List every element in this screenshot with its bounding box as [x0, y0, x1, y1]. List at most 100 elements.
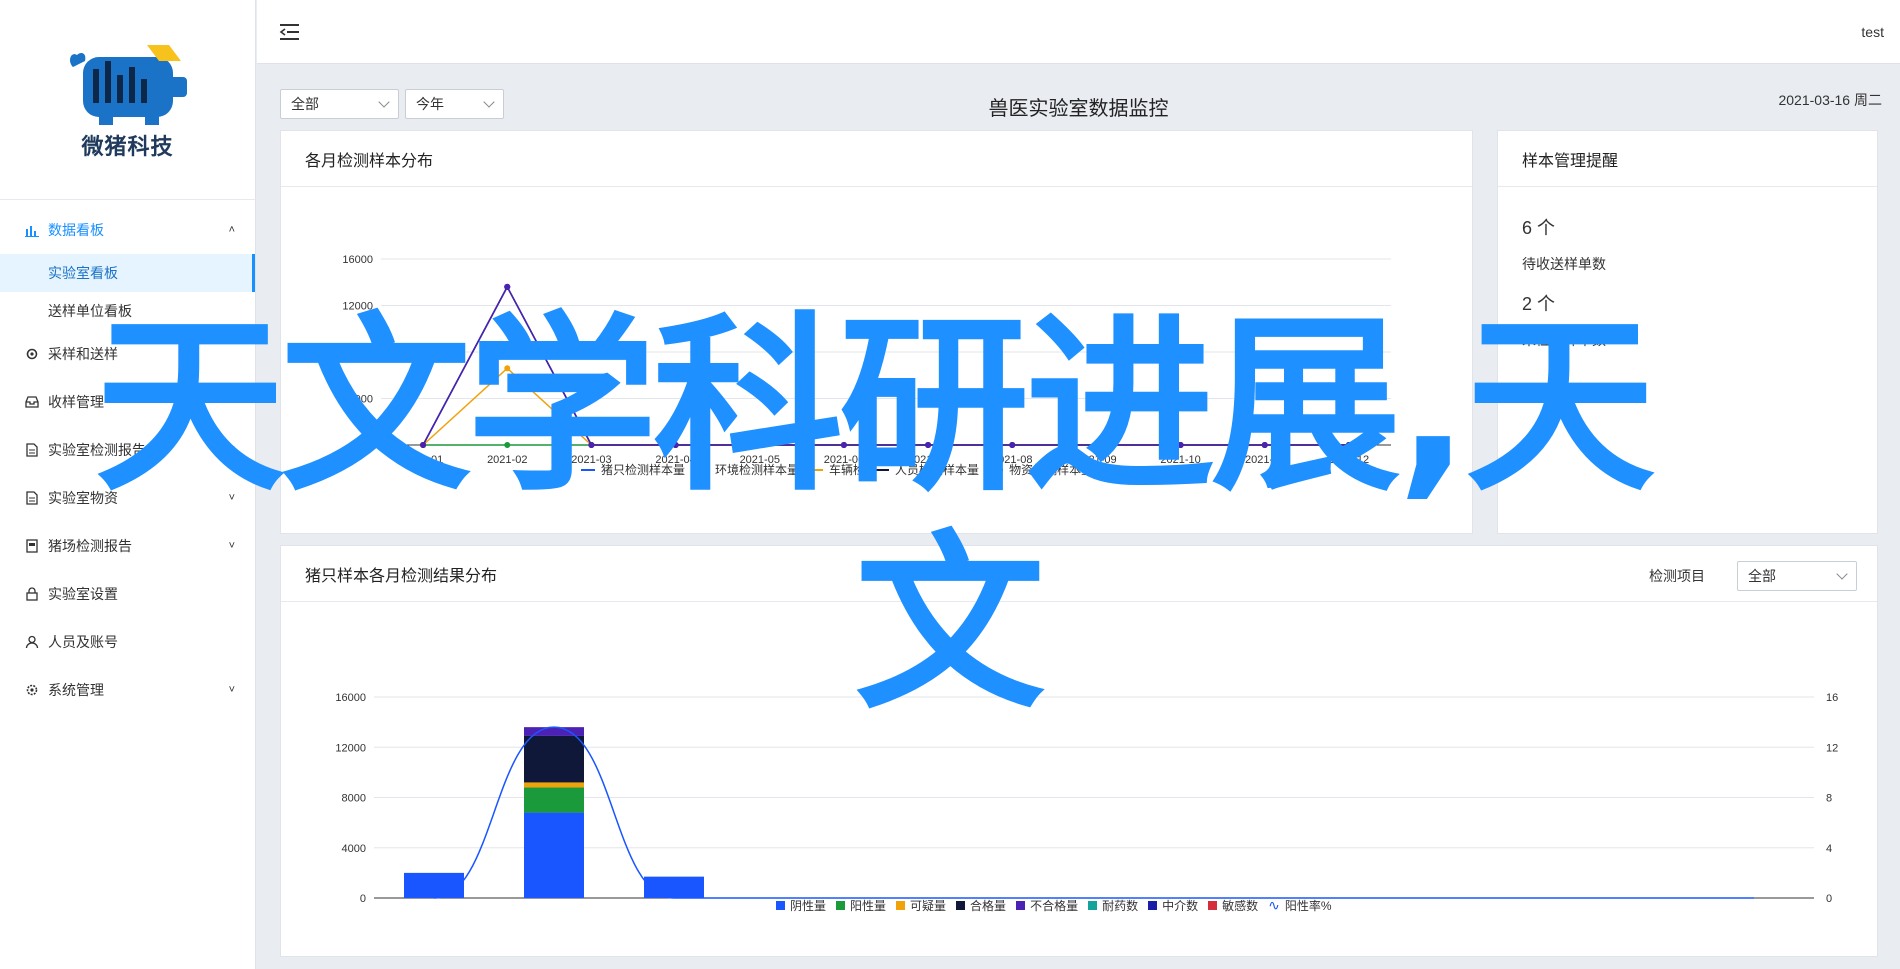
brand-logo[interactable]: 微猪科技 — [0, 0, 255, 200]
y-tick-label: 12000 — [335, 742, 366, 754]
pending-receive-count[interactable]: 6 个 — [1522, 214, 1555, 240]
data-point — [1345, 442, 1352, 448]
data-point — [1177, 442, 1184, 448]
result-distribution-panel: 猪只样本各月检测结果分布 检测项目 全部 0 4000 8000 12000 16000… — [280, 545, 1878, 957]
bar-chart-icon — [22, 223, 42, 237]
sidebar-subitem-sender-board[interactable]: 送样单位看板 — [0, 292, 255, 330]
user-menu[interactable]: test — [1861, 24, 1884, 40]
lock-icon — [22, 587, 42, 601]
sidebar-item-lab-settings[interactable]: 实验室设置 — [0, 570, 255, 618]
gear-icon — [22, 683, 42, 697]
sidebar-item-label: 实验室设置 — [48, 586, 118, 602]
sidebar-item-data-board[interactable]: 数据看板 ˄ — [0, 206, 255, 254]
series-line — [422, 285, 1349, 446]
sidebar-subitem-lab-board[interactable]: 实验室看板 — [0, 254, 255, 292]
pending-receive-label: 待收送样单数 — [1522, 256, 1606, 272]
sidebar-item-lab-supplies[interactable]: 实验室物资 ˅ — [0, 474, 255, 522]
pending-test-count[interactable]: 2 个 — [1522, 290, 1555, 316]
sidebar-item-label: 系统管理 — [48, 682, 104, 698]
x-tick-label: 2021-01 — [403, 454, 443, 466]
data-point — [504, 365, 511, 372]
sidebar-item-label: 数据看板 — [48, 222, 104, 238]
chart-legend: 阴性量 阳性量 可疑量 合格量 不合格量 耐药数 中介数 敏感数 ∿ 阳性率% — [776, 897, 1342, 914]
legend-item[interactable]: 中介数 — [1148, 897, 1198, 914]
x-tick-label: 2021-02 — [487, 454, 527, 466]
sidebar-item-receiving[interactable]: 收样管理 — [0, 378, 255, 426]
chevron-down-icon: ˅ — [228, 492, 235, 504]
pig-logo-icon — [69, 44, 187, 125]
rate-line — [433, 726, 1754, 899]
inbox-icon — [22, 395, 42, 409]
y2-tick-label: 12 — [1826, 742, 1838, 754]
legend-item[interactable]: 猪只检测样本量 — [581, 461, 685, 478]
y-tick-label: 12000 — [342, 301, 373, 313]
data-point — [504, 283, 511, 290]
panel-title: 样本管理提醒 — [1498, 131, 1877, 187]
data-point — [1093, 442, 1100, 448]
sidebar-item-label: 人员及账号 — [48, 634, 118, 650]
pending-test-label: 未检送样单数 — [1522, 332, 1606, 348]
y2-tick-label: 16 — [1826, 692, 1838, 704]
chevron-up-icon: ˄ — [228, 224, 235, 236]
y-tick-label: 8000 — [349, 347, 373, 359]
sidebar-item-label: 采样和送样 — [48, 346, 118, 362]
data-point — [840, 442, 847, 448]
legend-item[interactable]: 不合格量 — [1016, 897, 1078, 914]
data-point — [672, 442, 679, 448]
legend-item[interactable]: ∿ 阳性率% — [1268, 897, 1331, 914]
sidebar-item-lab-reports[interactable]: 实验室检测报告 ˅ — [0, 426, 255, 474]
legend-item[interactable]: 人员检测样本量 — [875, 461, 979, 478]
chevron-down-icon: ˅ — [228, 540, 235, 552]
y-tick-label: 16000 — [335, 692, 366, 704]
test-item-select[interactable]: 全部 — [1737, 561, 1857, 591]
x-tick-label: 2021-10 — [1160, 454, 1200, 466]
data-point — [1009, 442, 1016, 448]
legend-item[interactable]: 环境检测样本量 — [695, 461, 799, 478]
brand-name: 微猪科技 — [81, 133, 174, 159]
legend-item[interactable]: 阳性量 — [836, 897, 886, 914]
panel-title: 猪只样本各月检测结果分布 — [281, 546, 1877, 602]
data-point — [420, 442, 427, 448]
sample-reminder-panel: 样本管理提醒 6 个 待收送样单数 2 个 未检送样单数 — [1497, 130, 1878, 534]
chart-legend: 猪只检测样本量 环境检测样本量 车辆检 人员检测样本量 物资检测样本量 — [581, 461, 1103, 478]
data-point — [756, 442, 763, 448]
bar-segment — [524, 735, 584, 783]
legend-item[interactable]: 阴性量 — [776, 897, 826, 914]
sidebar-item-system[interactable]: 系统管理 ˅ — [0, 666, 255, 714]
test-item-select-value: 全部 — [1748, 568, 1776, 584]
data-point — [1261, 442, 1268, 448]
y-tick-label: 4000 — [342, 843, 366, 855]
document-icon — [22, 443, 42, 457]
sidebar-item-users[interactable]: 人员及账号 — [0, 618, 255, 666]
legend-item[interactable]: 物资检测样本量 — [989, 461, 1093, 478]
wave-line-icon: ∿ — [1268, 897, 1280, 913]
legend-item[interactable]: 耐药数 — [1088, 897, 1138, 914]
legend-item[interactable]: 车辆检 — [809, 461, 865, 478]
chevron-down-icon: ˅ — [228, 684, 235, 696]
y-tick-label: 4000 — [349, 394, 373, 406]
y2-tick-label: 8 — [1826, 793, 1832, 805]
monthly-samples-chart: 04000800012000160002021-01 2021-02 2021-03… — [342, 254, 1391, 466]
series-line — [422, 285, 1349, 446]
gear-icon — [22, 347, 42, 361]
sidebar-item-sampling[interactable]: 采样和送样 — [0, 330, 255, 378]
menu-toggle-icon[interactable] — [279, 22, 301, 42]
legend-item[interactable]: 可疑量 — [896, 897, 946, 914]
x-tick-label: 2021-11 — [1245, 454, 1285, 466]
report-icon — [22, 539, 42, 553]
panel-title: 各月检测样本分布 — [281, 131, 1472, 187]
user-icon — [22, 635, 42, 649]
sidebar-item-farm-reports[interactable]: 猪场检测报告 ˅ — [0, 522, 255, 570]
data-point — [588, 442, 595, 448]
y-tick-label: 16000 — [342, 254, 373, 266]
page-title: 兽医实验室数据监控 — [988, 98, 1169, 120]
chevron-down-icon — [1836, 568, 1848, 580]
bar-segment — [404, 872, 464, 898]
legend-item[interactable]: 敏感数 — [1208, 897, 1258, 914]
top-bar: test — [257, 0, 1900, 64]
result-distribution-chart: 040008000120001600004812162021-012021-02… — [335, 692, 1838, 902]
chevron-down-icon: ˅ — [228, 444, 235, 456]
sidebar-menu: 数据看板 ˄ 实验室看板 送样单位看板 采样和送样 收样管理 实验室检测报告 ˅ — [0, 200, 255, 714]
data-point — [504, 442, 511, 448]
legend-item[interactable]: 合格量 — [956, 897, 1006, 914]
